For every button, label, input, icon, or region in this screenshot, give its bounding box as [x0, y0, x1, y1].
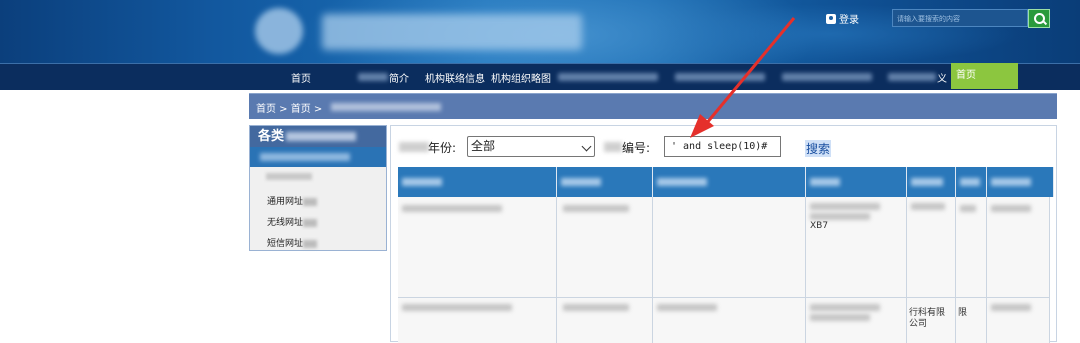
year-select-value: 全部	[471, 139, 496, 153]
nav-home[interactable]: 首页	[291, 70, 311, 85]
table-row: XB7	[398, 197, 1050, 298]
number-label: 编号:	[622, 141, 651, 155]
login-label: 登录	[839, 15, 859, 26]
table-cell: XB7	[806, 197, 907, 297]
sidebar-title-text: 各类	[258, 129, 285, 144]
user-icon	[826, 13, 836, 24]
table-column-header	[987, 167, 1054, 197]
sidebar-title-blurred	[286, 132, 356, 141]
nav-org-chart[interactable]: 机构组织略图	[491, 70, 551, 85]
table-cell: 行科有限 公司	[907, 298, 956, 343]
table-cell-text: 公司	[909, 319, 928, 329]
table-cell: 限	[956, 298, 987, 343]
site-title-blurred	[322, 14, 582, 50]
site-search-input[interactable]: 请输入要搜索的内容	[892, 9, 1028, 27]
table-cell	[398, 298, 557, 343]
nav-blurred-item[interactable]	[675, 73, 765, 81]
table-cell	[956, 197, 987, 297]
sidebar: 各类 通用网址 无线网址 短信网址	[249, 125, 387, 251]
number-input[interactable]: ' and sleep(10)#	[664, 136, 781, 157]
sidebar-item-blurred[interactable]	[266, 173, 312, 180]
table-cell-text: 行科有限	[909, 308, 946, 318]
sidebar-item-sms-url[interactable]: 短信网址	[267, 236, 318, 249]
table-column-header	[956, 167, 987, 197]
sidebar-active-item[interactable]	[250, 147, 386, 167]
site-logo[interactable]	[255, 8, 303, 54]
nav-active-label: 首页	[956, 70, 976, 81]
main-nav: 首页 简介 机构联络信息 机构组织略图 义	[0, 63, 1080, 90]
nav-blurred-item[interactable]	[888, 73, 936, 81]
table-column-header	[653, 167, 806, 197]
table-cell-text: XB7	[810, 221, 829, 231]
year-label: 年份:	[428, 141, 457, 155]
sidebar-active-blurred	[260, 153, 350, 161]
table-column-header	[907, 167, 956, 197]
table-cell	[806, 298, 907, 343]
table-cell	[398, 197, 557, 297]
table-cell	[987, 298, 1050, 343]
filter-label-blurred	[399, 142, 429, 152]
year-select[interactable]: 全部	[467, 136, 595, 157]
table-header	[398, 167, 1054, 197]
table-cell-text: 限	[958, 308, 968, 318]
table-cell	[907, 197, 956, 297]
nav-item-partial[interactable]: 义	[937, 70, 947, 85]
table-row: 行科有限 公司 限	[398, 298, 1050, 343]
table-cell	[557, 298, 653, 343]
sidebar-item-wireless-url[interactable]: 无线网址	[267, 215, 318, 228]
sidebar-item-general-url[interactable]: 通用网址	[267, 194, 318, 207]
table-column-header	[557, 167, 653, 197]
nav-intro[interactable]: 简介	[389, 70, 409, 85]
nav-blurred-text	[358, 73, 388, 81]
breadcrumb: 首页 > 首页 >	[249, 93, 1057, 119]
sidebar-title: 各类	[250, 126, 386, 147]
site-search-button[interactable]	[1028, 9, 1050, 28]
sidebar-list: 通用网址 无线网址 短信网址	[250, 167, 386, 250]
table-cell	[987, 197, 1050, 297]
breadcrumb-text[interactable]: 首页 > 首页 >	[256, 100, 322, 115]
breadcrumb-blurred	[331, 103, 441, 111]
chevron-down-icon	[581, 141, 592, 152]
nav-active-tab[interactable]: 首页	[951, 63, 1018, 89]
search-button[interactable]: 搜索	[805, 140, 832, 157]
search-icon	[1033, 13, 1045, 24]
number-label-blurred	[604, 142, 622, 152]
content-panel: 年份: 全部 编号: ' and sleep(10)# 搜索 XB7 行科有限 …	[390, 125, 1057, 343]
table-column-header	[398, 167, 557, 197]
table-column-header	[806, 167, 907, 197]
nav-contact-info[interactable]: 机构联络信息	[425, 70, 485, 85]
table-cell	[557, 197, 653, 297]
nav-blurred-item[interactable]	[558, 73, 658, 81]
table-cell	[653, 298, 806, 343]
table-cell	[653, 197, 806, 297]
login-link[interactable]: 登录	[826, 11, 859, 26]
nav-blurred-item[interactable]	[782, 73, 872, 81]
